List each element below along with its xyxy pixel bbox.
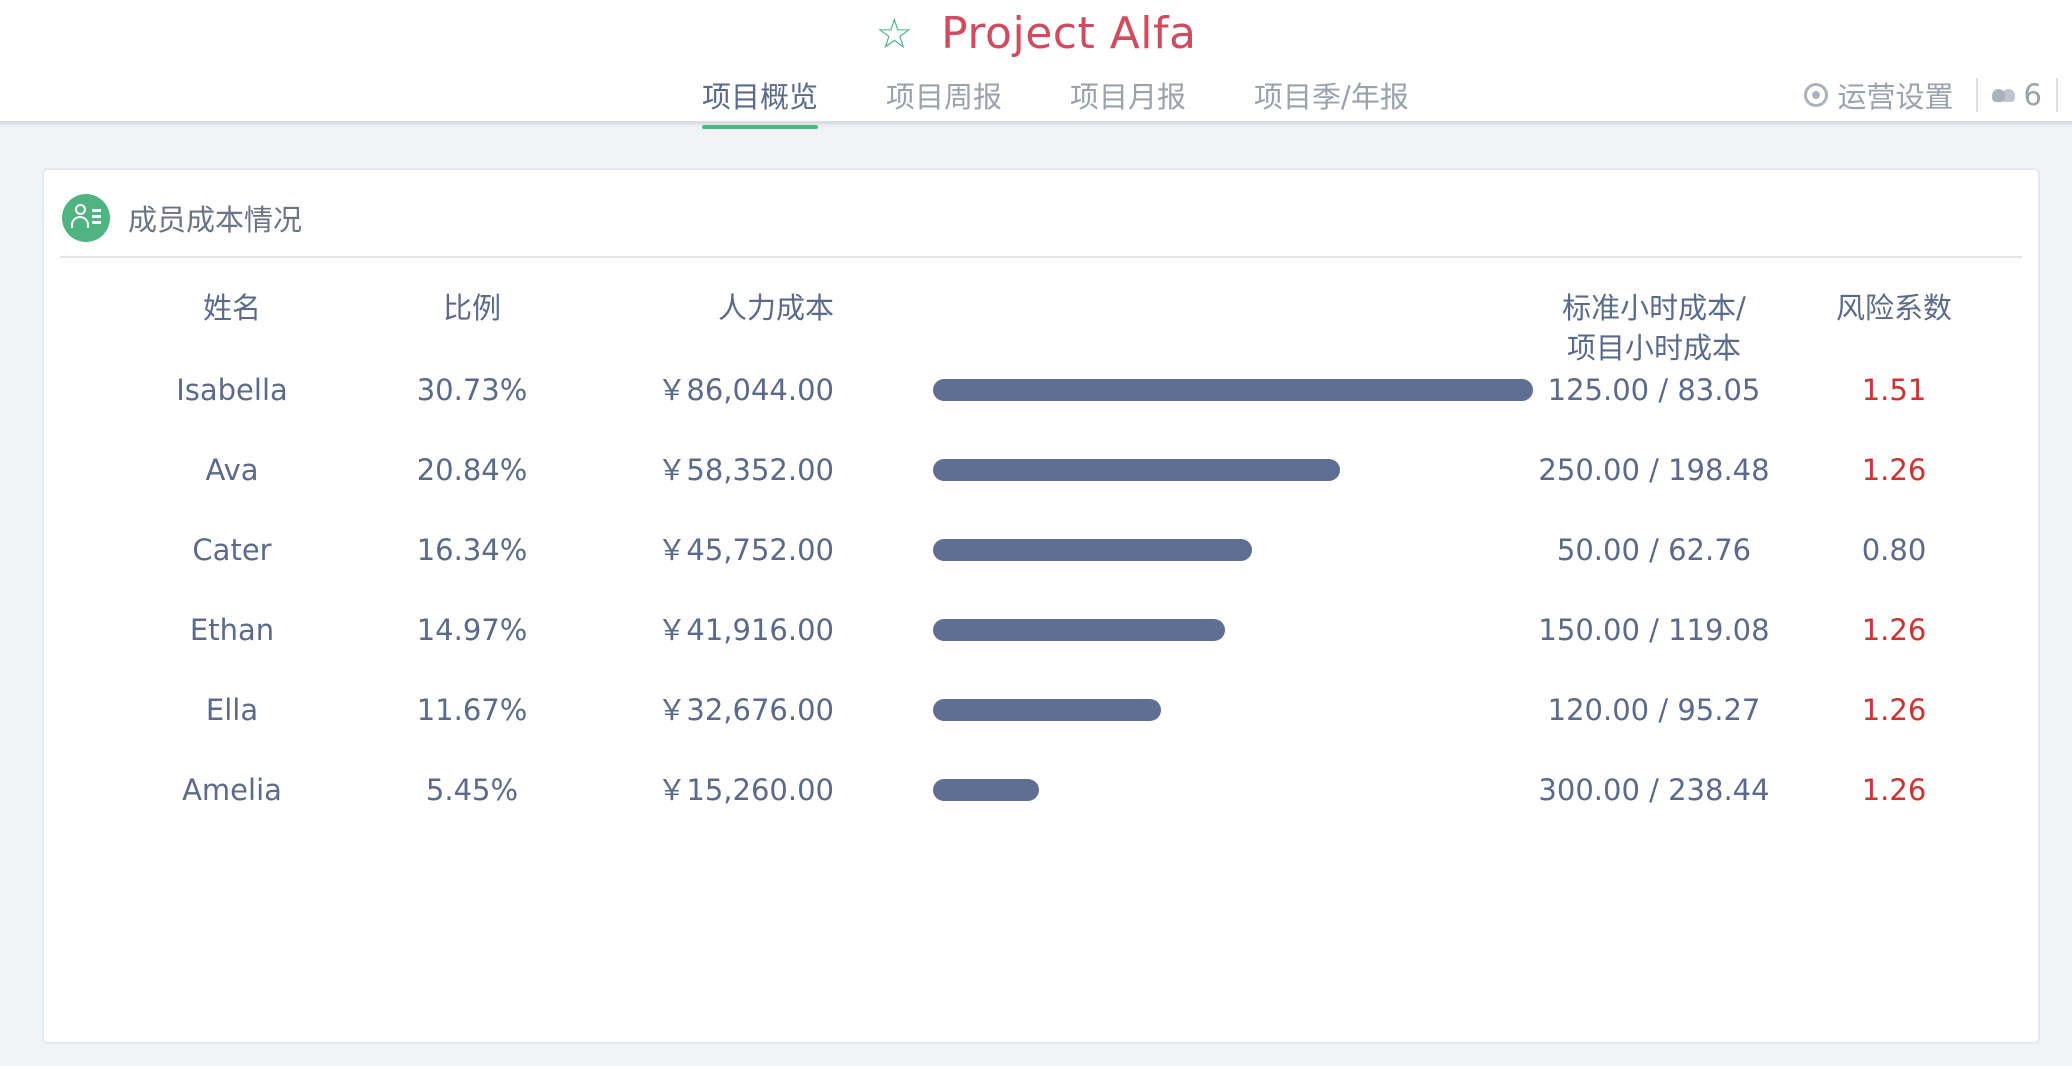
column-header-hourly-line1: 标准小时成本/ xyxy=(1562,291,1746,325)
members-button[interactable]: 6 xyxy=(1991,78,2042,112)
divider xyxy=(1975,78,1978,112)
member-risk-factor: 1.26 xyxy=(1861,453,1927,487)
member-list-icon xyxy=(62,194,110,242)
member-risk-factor: 1.26 xyxy=(1861,773,1927,807)
project-title: Project Alfa xyxy=(941,8,1197,59)
member-cost: ￥32,676.00 xyxy=(657,693,834,727)
member-name: Ella xyxy=(205,693,259,727)
tab-quarterly-yearly[interactable]: 项目季/年报 xyxy=(1254,74,1409,126)
column-header-hourly-cost: 标准小时成本/ 项目小时成本 xyxy=(1514,288,1794,368)
settings-icon xyxy=(1803,83,1828,107)
member-count: 6 xyxy=(2023,78,2042,112)
tab-overview[interactable]: 项目概览 xyxy=(702,74,819,129)
star-icon[interactable]: ☆ xyxy=(876,12,914,55)
tab-weekly[interactable]: 项目周报 xyxy=(886,74,1002,126)
cost-ratio-bar xyxy=(933,619,1225,641)
member-cost: ￥86,044.00 xyxy=(657,373,834,407)
member-hourly-cost: 125.00 / 83.05 xyxy=(1547,373,1761,407)
column-header-ratio: 比例 xyxy=(442,291,501,325)
member-cost: ￥58,352.00 xyxy=(657,453,834,487)
title-row: ☆ Project Alfa xyxy=(0,8,2072,59)
cost-ratio-bar xyxy=(933,699,1161,721)
cost-ratio-bar xyxy=(933,379,1533,401)
member-cost: ￥45,752.00 xyxy=(657,533,834,567)
cost-ratio-bar xyxy=(933,539,1252,561)
column-header-risk: 风险系数 xyxy=(1835,291,1952,325)
top-header: ☆ Project Alfa 项目概览 项目周报 项目月报 项目季/年报 运营设… xyxy=(0,0,2072,129)
column-header-hourly-line2: 项目小时成本 xyxy=(1566,331,1741,365)
member-hourly-cost: 50.00 / 62.76 xyxy=(1556,533,1752,567)
cost-ratio-bar xyxy=(933,459,1340,481)
people-icon xyxy=(1991,86,2016,104)
member-name: Ethan xyxy=(189,613,275,647)
cost-ratio-bar xyxy=(933,779,1039,801)
member-cost-card: 成员成本情况 姓名 比例 人力成本 标准小时成本/ 项目小时成本 风险系数 Is… xyxy=(42,168,2040,1044)
card-header: 成员成本情况 xyxy=(60,180,2022,258)
card-title: 成员成本情况 xyxy=(128,203,303,237)
header-actions: 运营设置 6 xyxy=(1803,74,2058,116)
member-ratio: 14.97% xyxy=(416,613,528,647)
operations-settings-button[interactable]: 运营设置 xyxy=(1803,74,1954,116)
member-risk-factor: 0.80 xyxy=(1861,533,1927,567)
column-header-cost: 人力成本 xyxy=(717,291,834,325)
member-ratio: 20.84% xyxy=(416,453,528,487)
member-hourly-cost: 120.00 / 95.27 xyxy=(1547,693,1761,727)
member-name: Isabella xyxy=(176,373,288,407)
member-risk-factor: 1.51 xyxy=(1861,373,1927,407)
member-hourly-cost: 250.00 / 198.48 xyxy=(1538,453,1770,487)
member-name: Ava xyxy=(205,453,259,487)
member-ratio: 5.45% xyxy=(425,773,519,807)
tab-monthly[interactable]: 项目月报 xyxy=(1070,74,1186,126)
member-risk-factor: 1.26 xyxy=(1861,613,1927,647)
member-hourly-cost: 300.00 / 238.44 xyxy=(1538,773,1770,807)
member-risk-factor: 1.26 xyxy=(1861,693,1927,727)
member-name: Amelia xyxy=(182,773,282,807)
settings-label: 运营设置 xyxy=(1837,80,1954,114)
member-name: Cater xyxy=(192,533,272,567)
member-ratio: 30.73% xyxy=(416,373,528,407)
member-hourly-cost: 150.00 / 119.08 xyxy=(1538,613,1770,647)
column-header-name: 姓名 xyxy=(202,291,261,325)
tab-bar: 项目概览 项目周报 项目月报 项目季/年报 xyxy=(702,74,1409,129)
divider xyxy=(2056,78,2058,112)
member-ratio: 16.34% xyxy=(416,533,528,567)
member-cost: ￥41,916.00 xyxy=(657,613,834,647)
member-cost: ￥15,260.00 xyxy=(657,773,834,807)
member-ratio: 11.67% xyxy=(416,693,528,727)
